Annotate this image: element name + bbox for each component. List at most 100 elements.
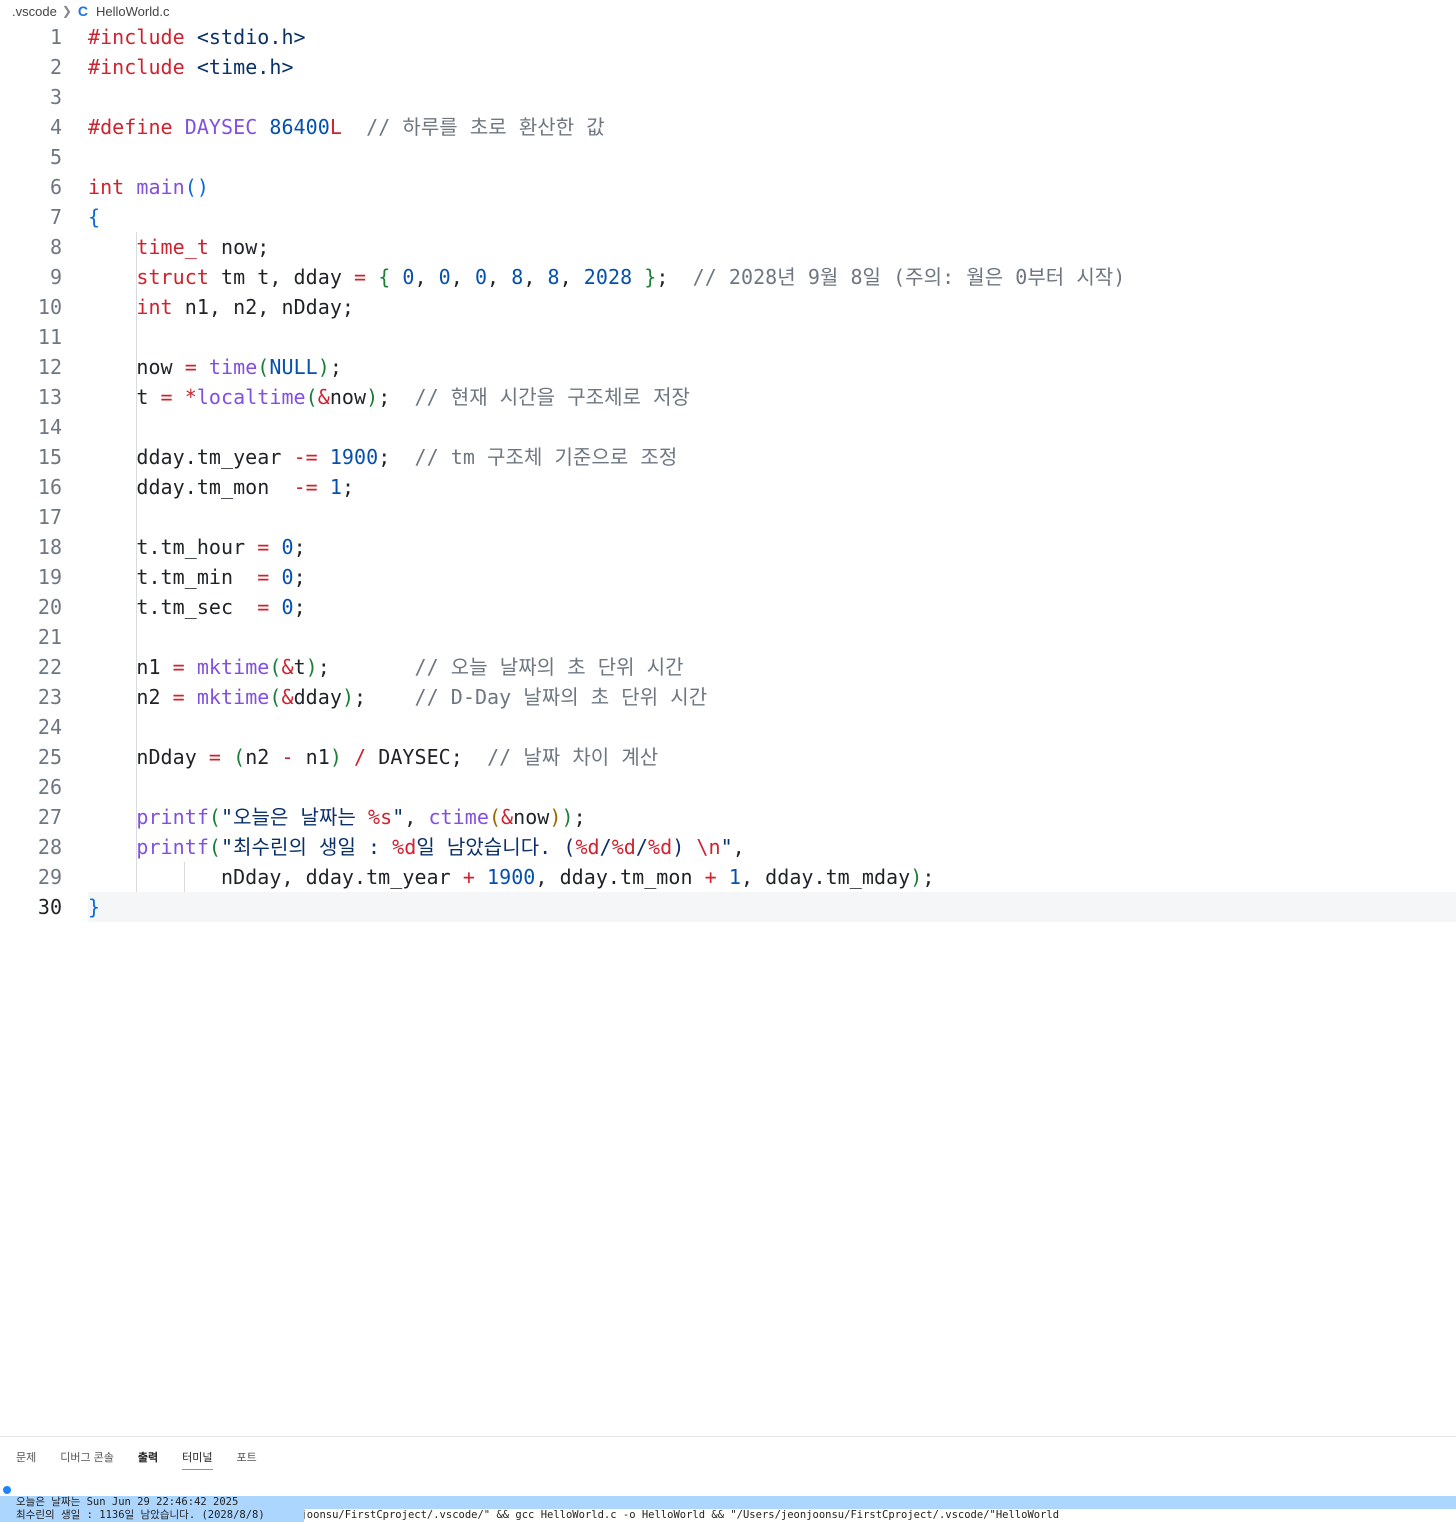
code-token: ( <box>233 745 246 769</box>
code-token: 0 <box>281 595 294 619</box>
bottom-panel: 문제 디버그 콘솔 출력 터미널 포트 FirstCproject/.vscod… <box>0 1436 1456 1522</box>
code-token: () <box>184 175 209 199</box>
code-token: 2028 <box>583 265 633 289</box>
code-line[interactable]: dday.tm_mon -= 1; <box>88 472 354 502</box>
code-token: printf <box>136 805 209 829</box>
code-token: , <box>559 265 584 289</box>
code-token: n1 <box>293 745 330 769</box>
tab-terminal[interactable]: 터미널 <box>182 1449 213 1470</box>
code-token: / <box>354 745 367 769</box>
code-line[interactable]: n1 = mktime(&t); // 오늘 날짜의 초 단위 시간 <box>88 652 684 682</box>
code-token: ; <box>354 685 415 709</box>
line-number: 20 <box>37 595 62 619</box>
line-number: 30 <box>37 895 62 919</box>
code-line[interactable]: #include <time.h> <box>88 52 294 82</box>
code-token: -= <box>293 475 318 499</box>
line-number: 2 <box>49 55 62 79</box>
code-line[interactable]: printf("최수린의 생일 : %d일 남았습니다. (%d/%d/%d) … <box>88 832 745 862</box>
code-line[interactable]: time_t now; <box>88 232 269 262</box>
code-token: / <box>599 835 612 859</box>
code-token: / <box>635 835 648 859</box>
line-number: 21 <box>37 625 62 649</box>
code-token: now <box>513 805 550 829</box>
code-line[interactable]: nDday, dday.tm_year + 1900, dday.tm_mon … <box>88 862 934 892</box>
breadcrumb-file[interactable]: HelloWorld.c <box>96 4 169 19</box>
code-token: + <box>462 865 475 889</box>
code-token: L <box>329 115 342 139</box>
tab-output[interactable]: 출력 <box>138 1449 158 1470</box>
code-editor[interactable]: 1 #include <stdio.h> 2 #include <time.h> 3 4 #… <box>0 22 1456 1436</box>
tab-problems[interactable]: 문제 <box>16 1449 36 1470</box>
code-line[interactable]: t.tm_min = 0; <box>88 562 306 592</box>
code-line[interactable]: nDday = (n2 - n1) / DAYSEC; // 날짜 차이 계산 <box>88 742 658 772</box>
code-token: main <box>136 175 185 199</box>
code-token: int <box>88 175 125 199</box>
terminal-output[interactable]: FirstCproject/.vscode » cd "/Users/jeonj… <box>0 1483 1456 1522</box>
code-line[interactable]: t.tm_sec = 0; <box>88 592 306 622</box>
code-token: t.tm_min <box>88 565 258 589</box>
code-line[interactable]: t.tm_hour = 0; <box>88 532 306 562</box>
code-token: - <box>281 745 294 769</box>
code-token: <time.h> <box>196 55 294 79</box>
chevron-right-icon: ❯ <box>61 4 72 18</box>
terminal-output-line: 오늘은 날짜는 Sun Jun 29 22:46:42 2025 <box>0 1496 1456 1509</box>
code-line[interactable]: #include <stdio.h> <box>88 22 306 52</box>
code-token: 1 <box>329 475 342 499</box>
code-token: dday.tm_mon <box>88 475 294 499</box>
code-line[interactable]: } <box>88 892 100 922</box>
line-number: 16 <box>37 475 62 499</box>
code-line[interactable]: dday.tm_year -= 1900; // tm 구조체 기준으로 조정 <box>88 442 677 472</box>
code-line[interactable]: printf("오늘은 날짜는 %s", ctime(&now)); <box>88 802 586 832</box>
terminal-command-line: FirstCproject/.vscode » cd "/Users/jeonj… <box>0 1483 1456 1521</box>
code-token: ) <box>672 835 697 859</box>
code-line[interactable]: { <box>88 202 100 232</box>
code-token: ; <box>341 475 355 499</box>
line-number: 12 <box>37 355 62 379</box>
code-line[interactable]: now = time(NULL); <box>88 352 342 382</box>
tab-debug-console[interactable]: 디버그 콘솔 <box>60 1449 114 1470</box>
code-token: = <box>257 595 270 619</box>
code-token: } <box>644 265 657 289</box>
code-token: ( <box>305 385 318 409</box>
code-line[interactable]: t = *localtime(&now); // 현재 시간을 구조체로 저장 <box>88 382 690 412</box>
code-token: %d <box>648 835 673 859</box>
code-token: // tm 구조체 기준으로 조정 <box>414 445 678 469</box>
code-token: // 하루를 초로 환산한 값 <box>366 115 605 139</box>
code-token: // 현재 시간을 구조체로 저장 <box>414 385 690 409</box>
line-number: 24 <box>37 715 62 739</box>
code-line[interactable]: int main() <box>88 172 209 202</box>
code-line[interactable]: #define DAYSEC 86400L // 하루를 초로 환산한 값 <box>88 112 605 142</box>
code-token: { <box>88 205 101 229</box>
code-token: ; <box>573 805 586 829</box>
line-number: 27 <box>37 805 62 829</box>
tab-ports[interactable]: 포트 <box>237 1449 257 1470</box>
code-line[interactable]: int n1, n2, nDday; <box>88 292 354 322</box>
line-number: 29 <box>37 865 62 889</box>
code-token: DAYSEC; <box>366 745 488 769</box>
code-token: ) <box>561 805 574 829</box>
code-token: = <box>257 535 270 559</box>
code-line[interactable]: n2 = mktime(&dday); // D-Day 날짜의 초 단위 시간 <box>88 682 707 712</box>
code-line[interactable]: struct tm t, dday = { 0, 0, 0, 8, 8, 202… <box>88 262 1125 292</box>
code-token: %s <box>368 805 393 829</box>
code-token: t.tm_sec <box>88 595 258 619</box>
code-token: now <box>88 355 185 379</box>
code-token: ; <box>378 445 415 469</box>
code-token: printf <box>136 835 209 859</box>
code-token: ; <box>293 565 306 589</box>
code-token: // 오늘 날짜의 초 단위 시간 <box>414 655 684 679</box>
breadcrumb-folder[interactable]: .vscode <box>12 4 57 19</box>
code-token: t.tm_hour <box>88 535 258 559</box>
code-token: = <box>354 265 367 289</box>
